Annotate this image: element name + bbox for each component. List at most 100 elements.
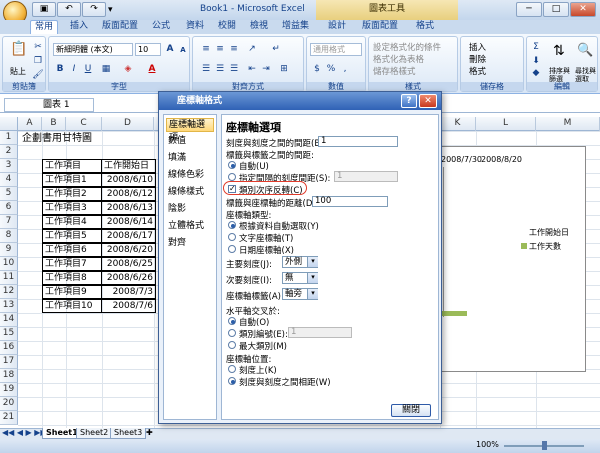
number-format-box[interactable]: 通用格式 xyxy=(310,43,362,56)
position-on-ticks-radio[interactable] xyxy=(228,365,236,373)
cell-styles-button[interactable]: 儲存格樣式 xyxy=(373,65,416,77)
table-cell-task[interactable]: 工作項目6 xyxy=(42,243,102,257)
row-header[interactable]: 12 xyxy=(0,285,18,299)
format-cells-button[interactable]: 格式 xyxy=(469,65,486,77)
font-name-box[interactable]: 新細明體 (本文) xyxy=(53,43,133,56)
row-header[interactable]: 6 xyxy=(0,201,18,215)
borders-icon[interactable]: ▦ xyxy=(99,63,113,76)
sheet-tab-sheet3[interactable]: Sheet3 xyxy=(110,428,147,439)
sheet-tab-sheet2[interactable]: Sheet2 xyxy=(76,428,113,439)
crosses-category-input[interactable]: 1 xyxy=(288,327,352,338)
find-icon[interactable]: 🔍 xyxy=(577,43,593,58)
indent-decrease-icon[interactable]: ⇤ xyxy=(245,63,259,76)
row-header[interactable]: 7 xyxy=(0,215,18,229)
tab-design[interactable]: 設計 xyxy=(324,20,350,34)
column-header[interactable]: M xyxy=(536,117,600,131)
table-cell-task[interactable]: 工作項目7 xyxy=(42,257,102,271)
table-cell-date[interactable]: 2008/6/12 xyxy=(101,187,156,201)
column-header[interactable]: L xyxy=(476,117,536,131)
redo-icon[interactable]: ↷ xyxy=(82,2,106,17)
wrap-text-icon[interactable]: ↵ xyxy=(269,43,283,56)
tab-review[interactable]: 校閱 xyxy=(214,20,240,34)
find-select-button[interactable]: 尋找與選取 xyxy=(575,67,597,83)
column-header[interactable]: B xyxy=(42,117,66,131)
tab-formulas[interactable]: 公式 xyxy=(148,20,174,34)
insert-sheet-icon[interactable]: ✚ xyxy=(146,428,153,437)
row-header[interactable]: 15 xyxy=(0,327,18,341)
table-header[interactable]: 工作開始日 xyxy=(101,159,156,173)
table-cell-date[interactable]: 2008/7/6 xyxy=(101,299,156,313)
align-left-icon[interactable]: ☰ xyxy=(199,63,213,76)
row-header[interactable]: 17 xyxy=(0,355,18,369)
maximize-button[interactable]: □ xyxy=(543,2,569,17)
row-header[interactable]: 11 xyxy=(0,271,18,285)
percent-button[interactable]: % xyxy=(324,63,338,76)
sheet-title[interactable]: 企劃書用甘特圖 xyxy=(22,132,92,146)
table-header[interactable]: 工作項目 xyxy=(42,159,102,173)
table-cell-task[interactable]: 工作項目3 xyxy=(42,201,102,215)
table-cell-task[interactable]: 工作項目10 xyxy=(42,299,102,313)
table-cell-date[interactable]: 2008/7/3 xyxy=(101,285,156,299)
tab-add-ins[interactable]: 增益集 xyxy=(278,20,313,34)
row-header[interactable]: 8 xyxy=(0,229,18,243)
nav-axis-options[interactable]: 座標軸選項 xyxy=(166,118,214,143)
insert-cells-button[interactable]: 插入 xyxy=(469,41,486,53)
row-header[interactable]: 18 xyxy=(0,369,18,383)
tab-insert[interactable]: 插入 xyxy=(66,20,92,34)
table-cell-task[interactable]: 工作項目5 xyxy=(42,229,102,243)
label-interval-auto-radio[interactable] xyxy=(228,161,236,169)
table-cell-task[interactable]: 工作項目4 xyxy=(42,215,102,229)
nav-fill[interactable]: 填滿 xyxy=(166,152,214,166)
merge-center-icon[interactable]: ⊞ xyxy=(277,63,291,76)
row-header[interactable]: 10 xyxy=(0,257,18,271)
dialog-close-button[interactable]: ✕ xyxy=(419,94,437,108)
delete-cells-button[interactable]: 刪除 xyxy=(469,53,486,65)
nav-3d-format[interactable]: 立體格式 xyxy=(166,220,214,234)
comma-button[interactable]: , xyxy=(338,63,352,76)
clear-icon[interactable]: ◆ xyxy=(529,67,543,80)
sort-filter-icon[interactable]: ⇅ xyxy=(553,43,565,59)
align-middle-icon[interactable]: ≡ xyxy=(213,43,227,56)
format-painter-icon[interactable]: 🖌 xyxy=(31,69,45,82)
label-interval-specify-input[interactable]: 1 xyxy=(334,171,398,182)
orientation-icon[interactable]: ↗ xyxy=(245,43,259,56)
align-center-icon[interactable]: ☰ xyxy=(213,63,227,76)
autosum-icon[interactable]: Σ xyxy=(529,41,543,54)
table-cell-task[interactable]: 工作項目1 xyxy=(42,173,102,187)
row-header[interactable]: 13 xyxy=(0,299,18,313)
table-cell-date[interactable]: 2008/6/26 xyxy=(101,271,156,285)
row-header[interactable]: 21 xyxy=(0,411,18,425)
currency-button[interactable]: $ xyxy=(310,63,324,76)
crosses-category-radio[interactable] xyxy=(228,329,236,337)
table-cell-date[interactable]: 2008/6/20 xyxy=(101,243,156,257)
row-header[interactable]: 14 xyxy=(0,313,18,327)
zoom-level[interactable]: 100% xyxy=(476,440,499,449)
align-right-icon[interactable]: ☰ xyxy=(227,63,241,76)
undo-icon[interactable]: ↶ xyxy=(57,2,81,17)
customize-icon[interactable]: ▾ xyxy=(108,5,113,15)
tab-data[interactable]: 資料 xyxy=(182,20,208,34)
save-icon[interactable]: ▣ xyxy=(32,2,56,17)
select-all-corner[interactable] xyxy=(0,117,18,131)
zoom-slider-thumb[interactable] xyxy=(542,441,547,450)
table-cell-date[interactable]: 2008/6/25 xyxy=(101,257,156,271)
align-bottom-icon[interactable]: ≡ xyxy=(227,43,241,56)
row-header[interactable]: 2 xyxy=(0,145,18,159)
align-top-icon[interactable]: ≡ xyxy=(199,43,213,56)
row-header[interactable]: 19 xyxy=(0,383,18,397)
nav-line-style[interactable]: 線條樣式 xyxy=(166,186,214,200)
tab-format[interactable]: 格式 xyxy=(412,20,438,34)
indent-increase-icon[interactable]: ⇥ xyxy=(259,63,273,76)
font-size-box[interactable]: 10 xyxy=(135,43,161,56)
sheet-nav-arrows[interactable]: ◀◀ ◀ ▶ ▶▶ xyxy=(2,428,47,437)
crosses-auto-radio[interactable] xyxy=(228,317,236,325)
tab-page-layout[interactable]: 版面配置 xyxy=(98,20,142,34)
minimize-button[interactable]: ─ xyxy=(516,2,542,17)
table-cell-date[interactable]: 2008/6/17 xyxy=(101,229,156,243)
conditional-format-button[interactable]: 設定格式化的條件 xyxy=(373,41,441,53)
nav-shadow[interactable]: 陰影 xyxy=(166,203,214,217)
crosses-max-radio[interactable] xyxy=(228,341,236,349)
paste-label[interactable]: 貼上 xyxy=(10,66,26,77)
fill-color-icon[interactable]: ◈ xyxy=(121,63,135,76)
label-distance-input[interactable]: 100 xyxy=(312,196,388,207)
